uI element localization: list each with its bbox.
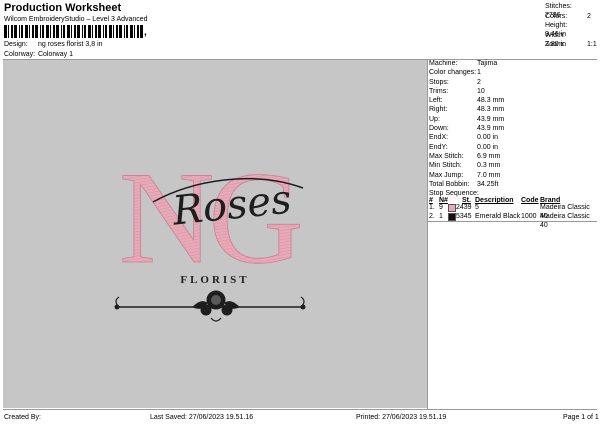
barcode-bar	[134, 25, 135, 38]
barcode-bar	[63, 25, 65, 38]
design-stats: Stitches:7786 Colors: 2 Height:3.46 in Wi…	[545, 2, 600, 50]
barcode-bar	[140, 25, 143, 38]
barcode-bar	[95, 25, 97, 38]
barcode-bar	[4, 25, 7, 38]
barcode-bar	[77, 25, 80, 38]
machine-info-panel: Machine: Tajima Color changes:1 Stops: 2 T…	[429, 59, 599, 198]
barcode-bar	[116, 25, 118, 38]
barcode-bar	[40, 25, 41, 38]
barcode-bar	[88, 25, 91, 38]
created-by: Created By:	[4, 414, 41, 421]
stat-stitches: Stitches:7786	[545, 3, 572, 19]
barcode-bar	[130, 25, 133, 38]
info-machine: Machine: Tajima	[429, 60, 498, 67]
page-number: Page 1 of 1	[563, 414, 599, 421]
barcode-bar	[71, 25, 72, 38]
info-stop-sequence: Stop Sequence:	[429, 190, 479, 198]
info-total-bobbin: Total Bobbin: 34.25ft	[429, 180, 499, 188]
info-trims: Trims: 10	[429, 87, 485, 95]
barcode-bar	[61, 25, 62, 38]
design-label: Design:	[4, 41, 28, 48]
design-value: ng roses florist 3,8 in	[37, 41, 103, 48]
barcode-bar	[56, 25, 59, 38]
design-field: Design: ng roses florist 3,8 in	[4, 40, 103, 49]
barcode-bar	[74, 25, 76, 38]
barcode-bar	[103, 25, 104, 38]
barcode-bar	[105, 25, 107, 38]
barcode-bar	[21, 25, 23, 38]
stat-width: Width:3.80 in	[545, 31, 567, 48]
barcode-bar	[14, 25, 17, 38]
barcode-bar	[11, 25, 13, 38]
barcode-suffix: ,	[144, 27, 147, 38]
barcode-bar	[124, 25, 125, 38]
barcode-bar	[119, 25, 122, 38]
info-max-stitch: Max Stitch: 6.9 mm	[429, 152, 501, 160]
barcode-bar	[92, 25, 93, 38]
barcode-bar	[109, 25, 112, 38]
barcode-bar	[84, 25, 86, 38]
divider-vertical	[427, 59, 428, 410]
barcode-bar	[50, 25, 51, 38]
thread-swatch	[448, 213, 456, 221]
stat-zoom: Zoom: 1:1	[545, 41, 597, 48]
thread-swatch	[448, 204, 456, 212]
barcode-bar	[42, 25, 44, 38]
barcode-bar	[25, 25, 28, 38]
info-min-stitch: Min Stitch: 0.3 mm	[429, 162, 501, 170]
barcode-bar	[19, 25, 20, 38]
barcode-bar	[29, 25, 30, 38]
barcode-bar	[82, 25, 83, 38]
barcode-bar	[8, 25, 9, 38]
info-endx: EndX: 0.00 in	[429, 134, 499, 142]
barcode-bar	[113, 25, 114, 38]
software-subtitle: Wilcom EmbroideryStudio – Level 3 Advanc…	[4, 16, 148, 23]
barcode-bar	[98, 25, 101, 38]
stat-height: Height:3.46 in	[545, 22, 568, 38]
info-stops: Stops: 2	[429, 78, 481, 86]
printed-date: Printed: 27/06/2023 19.51.19	[356, 414, 447, 421]
info-left: Left: 48.3 mm	[429, 97, 505, 105]
info-endy: EndY: 0.00 in	[429, 143, 499, 151]
barcode	[4, 25, 143, 38]
embroidery-design: NG Roses FLORIST	[114, 144, 307, 322]
barcode-bar	[46, 25, 49, 38]
info-up: Up: 43.9 mm	[429, 115, 505, 123]
barcode-bar	[32, 25, 34, 38]
colorway-value: Colorway 1	[37, 51, 73, 58]
divider-bottom	[3, 409, 597, 410]
colorway-label: Colorway:	[4, 51, 36, 58]
info-down: Down: 43.9 mm	[429, 125, 505, 133]
info-right: Right: 48.3 mm	[429, 106, 505, 114]
florist-word: FLORIST	[180, 274, 249, 286]
info-max-jump: Max Jump: 7.0 mm	[429, 171, 501, 179]
stat-colors: Colors: 2	[545, 12, 591, 20]
barcode-bar	[35, 25, 38, 38]
page-title: Production Worksheet	[4, 2, 122, 14]
barcode-bar	[53, 25, 55, 38]
last-saved: Last Saved: 27/06/2023 19.51.16	[150, 414, 254, 421]
design-canvas: NG Roses FLORIST	[3, 60, 427, 408]
barcode-bar	[126, 25, 128, 38]
barcode-bar	[67, 25, 70, 38]
barcode-bar	[137, 25, 139, 38]
rose-flourish	[114, 290, 306, 322]
table-row: 2. 1 5345 Emerald Black 1000 Madeira Cla…	[429, 213, 590, 229]
colorway-field: Colorway: Colorway 1	[4, 50, 73, 59]
info-color-changes: Color changes:1	[429, 69, 481, 77]
